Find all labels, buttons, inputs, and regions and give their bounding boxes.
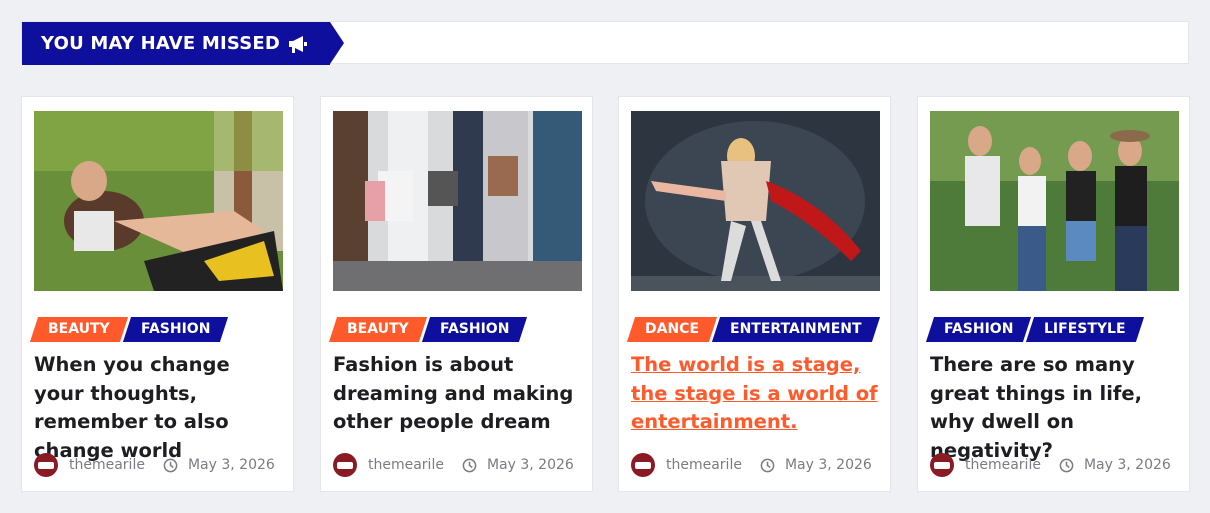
post-title[interactable]: Fashion is about dreaming and making oth… (333, 351, 583, 437)
post-title[interactable]: There are so many great things in life, … (930, 351, 1180, 465)
post-date[interactable]: May 3, 2026 (487, 457, 574, 473)
author-name[interactable]: themearile (666, 457, 742, 473)
clock-icon (163, 458, 178, 472)
post-image[interactable] (333, 111, 582, 291)
category-tag[interactable]: FASHION (122, 317, 229, 342)
post-categories: FASHION LIFESTYLE (925, 317, 1144, 342)
clock-icon (760, 458, 775, 472)
author-name[interactable]: themearile (368, 457, 444, 473)
post-date[interactable]: May 3, 2026 (188, 457, 275, 473)
post-date[interactable]: May 3, 2026 (1084, 457, 1171, 473)
post-categories: DANCE ENTERTAINMENT (626, 317, 880, 342)
post-card: BEAUTY FASHION Fashion is about dreaming… (320, 96, 593, 492)
post-title[interactable]: The world is a stage, the stage is a wor… (631, 351, 881, 437)
post-image[interactable] (34, 111, 283, 291)
author-avatar[interactable] (631, 453, 655, 477)
section-title-text: YOU MAY HAVE MISSED (41, 33, 281, 54)
category-tag[interactable]: FASHION (925, 317, 1032, 342)
post-image[interactable] (631, 111, 880, 291)
clock-icon (1059, 458, 1074, 472)
post-image[interactable] (930, 111, 1179, 291)
post-card: FASHION LIFESTYLE There are so many grea… (917, 96, 1190, 492)
section-title: YOU MAY HAVE MISSED (22, 22, 344, 65)
megaphone-icon (289, 35, 308, 53)
post-meta: themearile May 3, 2026 (333, 453, 574, 477)
post-meta: themearile May 3, 2026 (930, 453, 1171, 477)
post-card: DANCE ENTERTAINMENT The world is a stage… (618, 96, 891, 492)
clock-icon (462, 458, 477, 472)
author-name[interactable]: themearile (965, 457, 1041, 473)
post-meta: themearile May 3, 2026 (631, 453, 872, 477)
section-header: YOU MAY HAVE MISSED (21, 21, 1189, 65)
category-tag[interactable]: ENTERTAINMENT (711, 317, 880, 342)
post-categories: BEAUTY FASHION (328, 317, 528, 342)
post-card: BEAUTY FASHION When you change your thou… (21, 96, 294, 492)
category-tag[interactable]: BEAUTY (29, 317, 128, 342)
author-avatar[interactable] (34, 453, 58, 477)
category-tag[interactable]: DANCE (626, 317, 718, 342)
category-tag[interactable]: BEAUTY (328, 317, 427, 342)
category-tag[interactable]: FASHION (421, 317, 528, 342)
category-tag[interactable]: LIFESTYLE (1026, 317, 1144, 342)
post-categories: BEAUTY FASHION (29, 317, 229, 342)
post-date[interactable]: May 3, 2026 (785, 457, 872, 473)
post-title[interactable]: When you change your thoughts, remember … (34, 351, 284, 465)
author-name[interactable]: themearile (69, 457, 145, 473)
author-avatar[interactable] (333, 453, 357, 477)
author-avatar[interactable] (930, 453, 954, 477)
post-meta: themearile May 3, 2026 (34, 453, 275, 477)
